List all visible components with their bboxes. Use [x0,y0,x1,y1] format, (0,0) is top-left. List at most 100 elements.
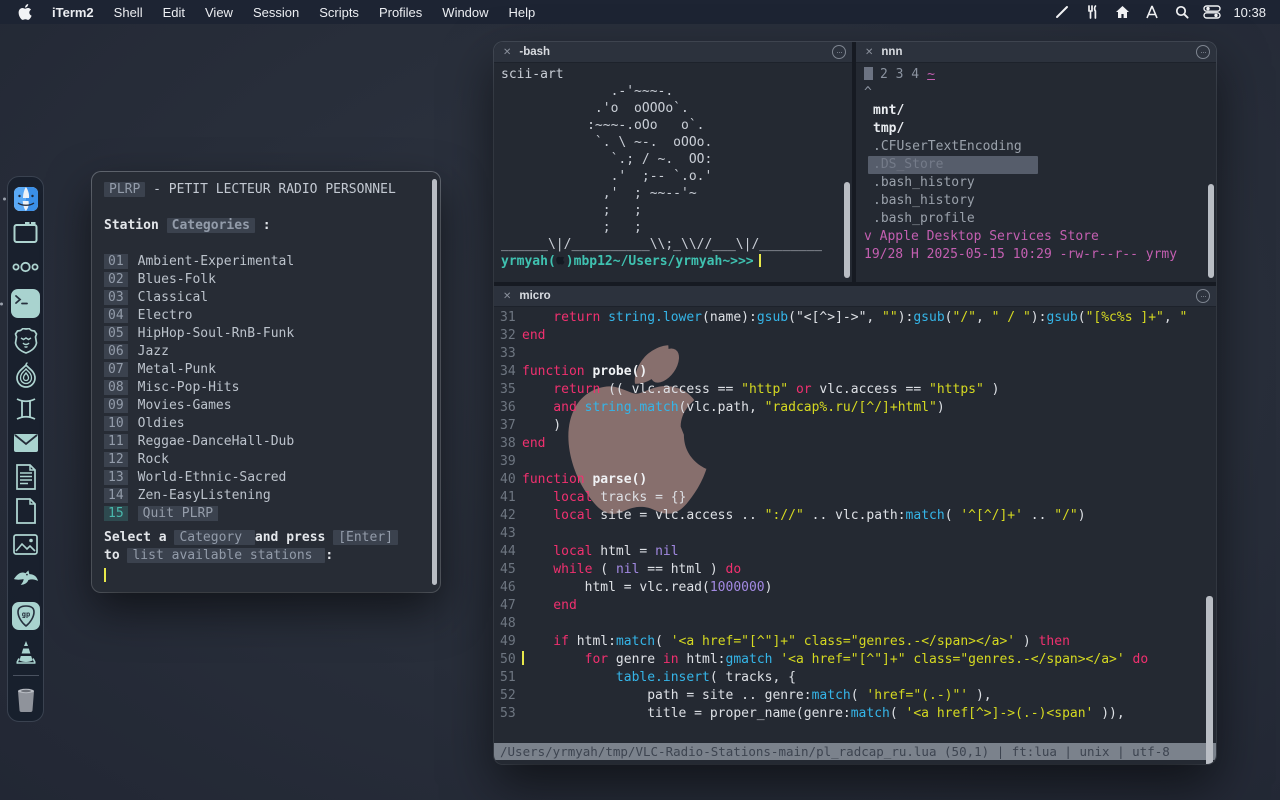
finder-icon[interactable] [12,185,39,212]
station-category-05[interactable]: 05HipHop-Soul-RnB-Funk [104,325,430,343]
code-line-36[interactable]: 36 and string.match(vlc.path, "radcap%.r… [494,399,1216,417]
nnn-file-row[interactable]: .bash_profile [864,210,1216,228]
line-number: 36 [500,399,522,417]
code-line-35[interactable]: 35 return (( vlc.access == "http" or vlc… [494,381,1216,399]
menu-item-window[interactable]: Window [432,5,498,20]
code-line-39[interactable]: 39 [494,453,1216,471]
nnn-file-row[interactable]: tmp/ [864,120,1216,138]
nnn-scrollbar[interactable] [1208,184,1214,278]
micro-editor[interactable]: 31 return string.lower(name):gsub("<[^>]… [494,307,1216,764]
tor-onion-icon[interactable] [12,361,39,388]
mail-icon[interactable] [12,429,39,456]
micro-scrollbar[interactable] [1206,596,1213,764]
station-category-02[interactable]: 02Blues-Folk [104,271,430,289]
code-line-32[interactable]: 32end [494,327,1216,345]
line-number: 49 [500,633,522,651]
menu-item-session[interactable]: Session [243,5,309,20]
station-category-03[interactable]: 03Classical [104,289,430,307]
nodes-icon[interactable] [12,253,39,280]
nnn-file-row[interactable]: mnt/ [864,102,1216,120]
station-category-11[interactable]: 11Reggae-DanceHall-Dub [104,433,430,451]
code-line-41[interactable]: 41 local tracks = {} [494,489,1216,507]
code-line-43[interactable]: 43 [494,525,1216,543]
nnn-status-line: 19/28 H 2025-05-15 10:29 -rw-r--r-- yrmy [864,246,1216,264]
gemini-icon[interactable] [12,395,39,422]
menu-item-scripts[interactable]: Scripts [309,5,369,20]
menu-item-profiles[interactable]: Profiles [369,5,432,20]
bash-scrollbar[interactable] [844,182,850,278]
pane-divider[interactable] [852,42,856,282]
code-line-52[interactable]: 52 path = site .. genre:match( 'href="(.… [494,687,1216,705]
code-line-37[interactable]: 37 ) [494,417,1216,435]
terminal-icon[interactable] [9,287,42,320]
control-center-icon[interactable] [1199,3,1225,21]
code-line-48[interactable]: 48 [494,615,1216,633]
footer-line-1: Select a Category and press [Enter] [104,529,430,547]
plrp-input-cursor[interactable] [104,568,106,582]
brave-lion-icon[interactable] [12,327,39,354]
image-icon[interactable] [12,531,39,558]
code-line-42[interactable]: 42 local site = vlc.access .. "://" .. v… [494,507,1216,525]
blank-document-icon[interactable] [12,497,39,524]
station-category-06[interactable]: 06Jazz [104,343,430,361]
wrench-icon[interactable] [1079,3,1105,21]
station-category-14[interactable]: 14Zen-EasyListening [104,487,430,505]
station-category-04[interactable]: 04Electro [104,307,430,325]
station-category-07[interactable]: 07Metal-Punk [104,361,430,379]
station-category-08[interactable]: 08Misc-Pop-Hits [104,379,430,397]
search-icon[interactable] [1169,3,1195,21]
code-line-38[interactable]: 38end [494,435,1216,453]
apple-menu-icon[interactable] [18,4,32,20]
code-line-53[interactable]: 53 title = proper_name(genre:match( '<a … [494,705,1216,723]
code-line-46[interactable]: 46 html = vlc.read(1000000) [494,579,1216,597]
trash-icon[interactable] [12,685,39,712]
code-line-50[interactable]: 50 for genre in html:gmatch '<a href="[^… [494,651,1216,669]
category-number: 10 [104,416,128,431]
plrp-footer: Select a Category and press [Enter] to l… [104,529,430,582]
station-category-13[interactable]: 13World-Ethnic-Sacred [104,469,430,487]
home-icon[interactable] [1109,3,1135,21]
code-line-47[interactable]: 47 end [494,597,1216,615]
tab-menu-icon[interactable]: ··· [832,45,846,59]
code-line-33[interactable]: 33 [494,345,1216,363]
code-line-44[interactable]: 44 local html = nil [494,543,1216,561]
menu-item-help[interactable]: Help [499,5,546,20]
code-line-40[interactable]: 40function parse() [494,471,1216,489]
tab-menu-icon[interactable]: ··· [1196,289,1210,303]
micro-tab-title: micro [519,290,550,302]
category-label: Oldies [138,416,185,431]
pencil-icon[interactable] [1049,3,1075,21]
close-tab-icon[interactable]: ✕ [865,47,873,58]
nnn-file-row[interactable]: .bash_history [864,192,1216,210]
nnn-file-row[interactable]: .bash_history [864,174,1216,192]
text-document-icon[interactable] [12,463,39,490]
bash-pane: ✕ -bash ··· scii-art .-'~~~-. .'o oOOOo`… [494,42,852,282]
nnn-file-row[interactable]: .CFUserTextEncoding [864,138,1216,156]
station-category-09[interactable]: 09Movies-Games [104,397,430,415]
code-line-31[interactable]: 31 return string.lower(name):gsub("<[^>]… [494,309,1216,327]
tab-menu-icon[interactable]: ··· [1196,45,1210,59]
code-line-34[interactable]: 34function probe() [494,363,1216,381]
guitar-pick-icon[interactable]: gp [9,599,42,632]
vlc-cone-icon[interactable] [12,639,39,666]
station-category-01[interactable]: 01Ambient-Experimental [104,253,430,271]
bash-prompt[interactable]: yrmyah()mbp12~/Users/yrmyah~>>> [501,253,852,270]
close-tab-icon[interactable]: ✕ [503,47,511,58]
bird-icon[interactable] [12,565,39,592]
category-number: 01 [104,254,128,269]
close-tab-icon[interactable]: ✕ [503,291,511,302]
menu-item-shell[interactable]: Shell [104,5,153,20]
station-category-10[interactable]: 10 Oldies [104,415,430,433]
code-line-45[interactable]: 45 while ( nil == html ) do [494,561,1216,579]
menu-item-edit[interactable]: Edit [153,5,195,20]
app-logo-icon[interactable] [1139,3,1165,21]
station-category-12[interactable]: 12Rock [104,451,430,469]
menu-item-view[interactable]: View [195,5,243,20]
code-line-49[interactable]: 49 if html:match( '<a href="[^"]+" class… [494,633,1216,651]
nnn-selected-file[interactable]: .DS_Store [864,156,1216,174]
code-line-51[interactable]: 51 table.insert( tracks, { [494,669,1216,687]
app-window-icon[interactable] [12,219,39,246]
plrp-scrollbar[interactable] [432,179,437,585]
station-category-15[interactable]: 15Quit PLRP [104,505,430,523]
menu-item-iterm2[interactable]: iTerm2 [42,5,104,20]
